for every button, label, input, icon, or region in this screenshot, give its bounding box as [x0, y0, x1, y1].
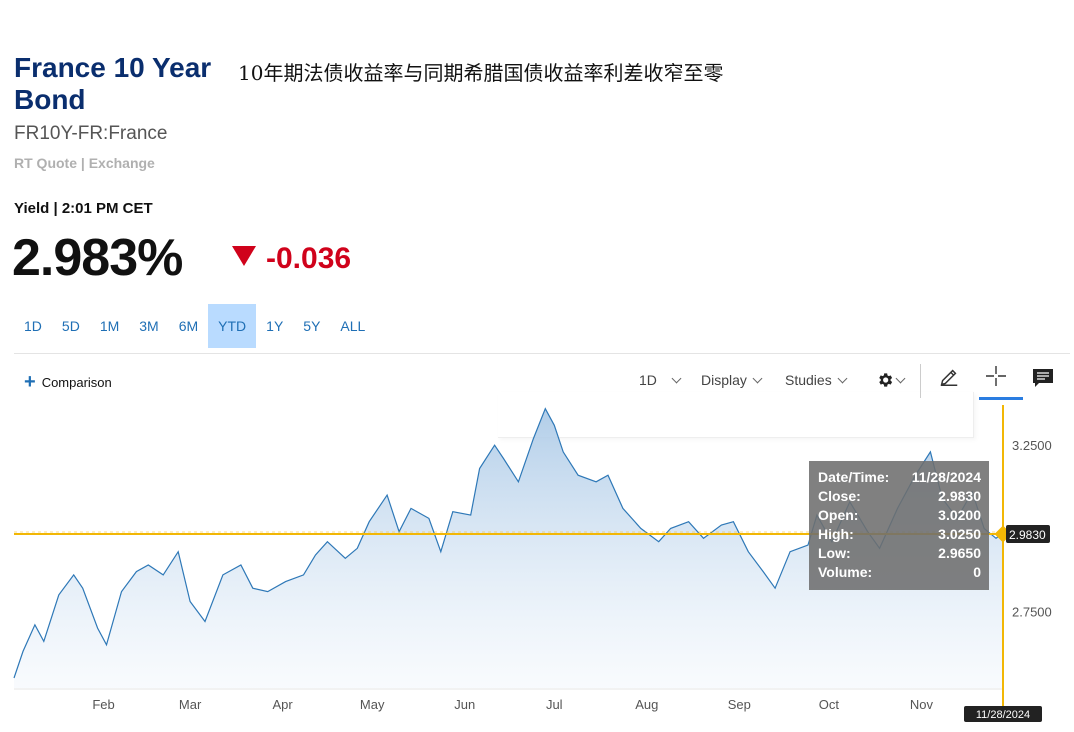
- x-tick-label: Oct: [819, 697, 840, 712]
- display-dropdown[interactable]: Display: [701, 370, 763, 390]
- range-5y[interactable]: 5Y: [293, 304, 330, 348]
- page-title: France 10 Year Bond: [14, 52, 212, 115]
- x-tick-label: Mar: [179, 697, 202, 712]
- tooltip-open: 3.0200: [938, 507, 981, 523]
- data-tooltip: Date/Time: 11/28/2024 Close: 2.9830 Open: 3…: [809, 461, 989, 590]
- tooltip-high: 3.0250: [938, 526, 981, 542]
- quote-source-label: RT Quote | Exchange: [14, 155, 155, 171]
- tooltip-close-label: Close:: [818, 488, 861, 504]
- x-tick-label: Nov: [910, 697, 934, 712]
- crosshair-icon: [986, 366, 1006, 386]
- draw-button[interactable]: [938, 367, 960, 387]
- range-1m[interactable]: 1M: [90, 304, 129, 348]
- range-1d[interactable]: 1D: [14, 304, 52, 348]
- range-all[interactable]: ALL: [330, 304, 375, 348]
- divider: [14, 353, 1070, 354]
- tooltip-open-label: Open:: [818, 507, 859, 523]
- gear-icon: [879, 373, 893, 387]
- last-value-label: 2.9830: [1009, 528, 1046, 542]
- chevron-down-icon: [837, 373, 848, 383]
- comparison-label: Comparison: [41, 374, 112, 390]
- interval-dropdown[interactable]: 1D: [639, 370, 682, 390]
- y-tick-label: 3.2500: [1012, 438, 1052, 453]
- tooltip-high-label: High:: [818, 526, 854, 542]
- comparison-button[interactable]: + Comparison: [24, 371, 112, 393]
- toolbar-divider: [920, 364, 921, 398]
- pencil-icon: [940, 369, 958, 386]
- studies-label: Studies: [785, 372, 832, 388]
- interval-label: 1D: [639, 372, 657, 388]
- settings-button[interactable]: [876, 370, 906, 390]
- price-value: 2.983%: [12, 229, 183, 287]
- range-selector: 1D 5D 1M 3M 6M YTD 1Y 5Y ALL: [14, 304, 375, 348]
- chat-button[interactable]: [1032, 368, 1054, 388]
- display-label: Display: [701, 372, 747, 388]
- x-tick-label: May: [360, 697, 385, 712]
- chat-icon: [1033, 369, 1053, 387]
- chevron-down-icon: [752, 373, 763, 383]
- tooltip-volume-label: Volume:: [818, 564, 873, 580]
- x-tick-label: Jun: [454, 697, 475, 712]
- y-tick-label: 2.7500: [1012, 605, 1052, 620]
- headline: 10年期法债收益率与同期希腊国债收益率利差收窄至零: [238, 61, 724, 85]
- x-tick-label: Apr: [273, 697, 294, 712]
- x-tick-label: Aug: [635, 697, 658, 712]
- range-ytd[interactable]: YTD: [208, 304, 257, 348]
- range-3m[interactable]: 3M: [129, 304, 168, 348]
- range-1y[interactable]: 1Y: [256, 304, 293, 348]
- x-tick-label: Sep: [728, 697, 751, 712]
- tooltip-low-label: Low:: [818, 545, 851, 561]
- symbol-label: FR10Y-FR:France: [14, 123, 168, 144]
- range-6m[interactable]: 6M: [169, 304, 208, 348]
- chevron-down-icon: [671, 373, 682, 383]
- plus-icon: +: [24, 371, 36, 393]
- range-5d[interactable]: 5D: [52, 304, 90, 348]
- tooltip-datetime-label: Date/Time:: [818, 469, 890, 485]
- studies-dropdown[interactable]: Studies: [785, 370, 848, 390]
- down-arrow-icon: [232, 246, 256, 266]
- tooltip-low: 2.9650: [938, 545, 981, 561]
- x-tick-label: Feb: [92, 697, 114, 712]
- cursor-date-label: 11/28/2024: [976, 709, 1030, 721]
- x-tick-label: Jul: [546, 697, 563, 712]
- tooltip-close: 2.9830: [938, 488, 981, 504]
- tooltip-datetime: 11/28/2024: [911, 469, 981, 485]
- tooltip-volume: 0: [973, 564, 981, 580]
- change-value: -0.036: [266, 242, 352, 275]
- chevron-down-icon: [895, 373, 906, 383]
- yield-time-label: Yield | 2:01 PM CET: [14, 200, 153, 217]
- crosshair-button[interactable]: [985, 366, 1007, 386]
